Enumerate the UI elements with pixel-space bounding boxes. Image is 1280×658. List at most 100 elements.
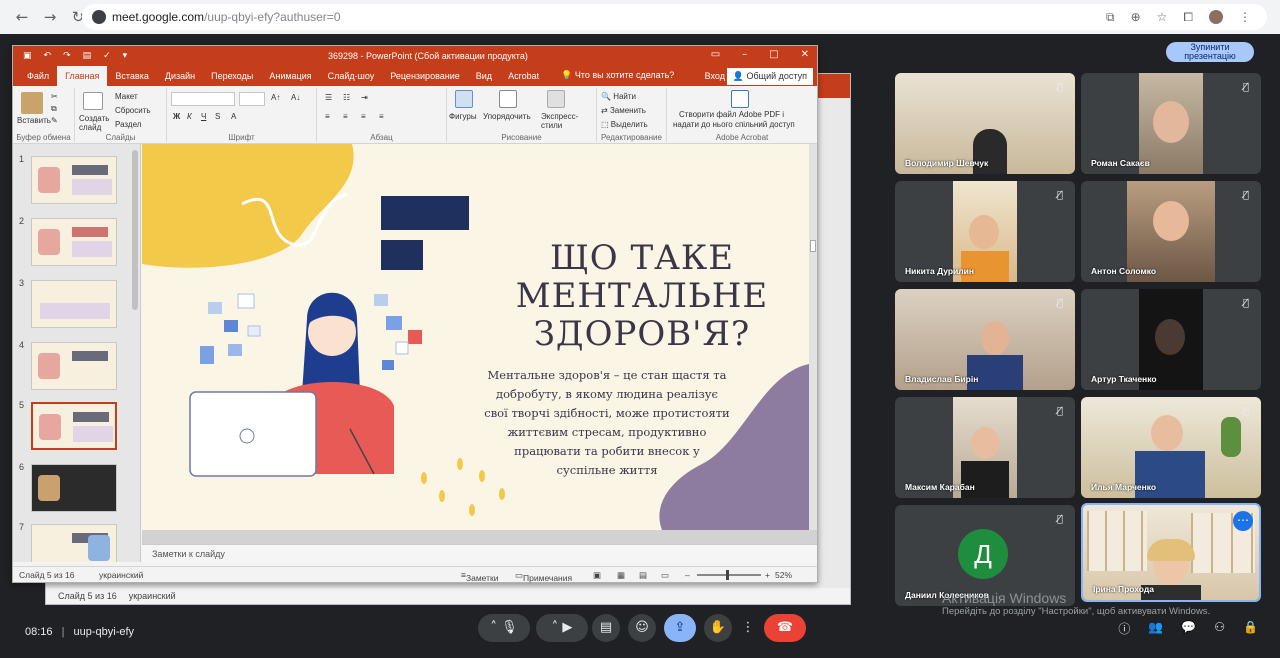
zoom-icon[interactable]: ⊕ [1131, 10, 1141, 25]
tab-animations[interactable]: Анимация [261, 71, 319, 86]
close-icon[interactable]: ✕ [801, 49, 809, 60]
thumbnails-scrollbar[interactable] [132, 150, 138, 310]
slide-thumbnail[interactable] [31, 464, 117, 512]
slide-thumbnail[interactable] [31, 280, 117, 328]
participant-tile[interactable]: 🎙̸ Илья Марченко [1081, 397, 1261, 498]
tab-slideshow[interactable]: Слайд-шоу [320, 71, 383, 86]
slide-vertical-scrollbar[interactable] [809, 144, 817, 530]
comments-toggle[interactable]: ▭ Примечания [515, 570, 572, 583]
align-right-icon[interactable]: ≡ [361, 112, 366, 121]
site-info-icon[interactable] [92, 10, 106, 24]
zoom-in-icon[interactable]: + [765, 570, 770, 580]
ribbon-options-icon[interactable]: ▭ [711, 49, 720, 60]
leave-call-button[interactable]: ☎ [764, 614, 806, 642]
align-left-icon[interactable]: ≡ [325, 112, 330, 121]
activities-icon[interactable]: ⚇ [1214, 620, 1225, 637]
grow-font-icon[interactable]: A↑ [271, 93, 280, 102]
slide-sorter-icon[interactable]: ▦ [617, 570, 625, 581]
font-name-select[interactable] [171, 92, 235, 106]
reading-view-icon[interactable]: ▤ [639, 570, 647, 581]
stop-presenting-button[interactable]: Зупинити презентацію [1166, 42, 1254, 62]
paste-button[interactable]: Вставить [17, 116, 51, 125]
zoom-slider-knob[interactable] [726, 570, 729, 580]
participant-tile[interactable]: 🎙̸ Максим Карабан [895, 397, 1075, 498]
share-button[interactable]: 👤 Общий доступ [726, 68, 813, 85]
layout-button[interactable]: Макет [115, 92, 138, 101]
cut-icon[interactable]: ✂ [51, 92, 58, 101]
bold-icon[interactable]: Ж [173, 112, 180, 121]
slide-title[interactable]: ЩО ТАКЕ МЕНТАЛЬНЕ ЗДОРОВ'Я? [508, 239, 776, 353]
normal-view-icon[interactable]: ▣ [593, 570, 601, 581]
tab-acrobat[interactable]: Acrobat [500, 71, 547, 86]
bullets-icon[interactable]: ☰ [325, 93, 332, 102]
participant-tile[interactable]: 🎙̸ Антон Соломко [1081, 181, 1261, 282]
language-indicator[interactable]: украинский [99, 570, 143, 580]
undo-icon[interactable]: ↶ [44, 51, 52, 61]
underline-icon[interactable]: Ч [201, 112, 206, 121]
camera-button[interactable]: ˄ ▶ [536, 614, 588, 642]
participant-tile[interactable]: 🎙̸ Артур Ткаченко [1081, 289, 1261, 390]
people-icon[interactable]: 👥 [1148, 620, 1163, 637]
customize-qat-icon[interactable]: ▾ [123, 51, 128, 61]
numbering-icon[interactable]: ☷ [343, 93, 350, 102]
tab-transitions[interactable]: Переходы [203, 71, 261, 86]
more-options-button[interactable]: ⋮ [738, 614, 758, 642]
scrollbar-thumb[interactable] [810, 240, 816, 252]
create-pdf-icon[interactable] [731, 90, 749, 108]
sign-in-link[interactable]: Вход [705, 71, 725, 81]
zoom-out-icon[interactable]: – [685, 570, 690, 580]
justify-icon[interactable]: ≡ [379, 112, 384, 121]
tab-design[interactable]: Дизайн [157, 71, 203, 86]
chat-icon[interactable]: 💬 [1181, 620, 1196, 637]
arrange-icon[interactable] [499, 90, 517, 108]
current-slide[interactable]: ЩО ТАКЕ МЕНТАЛЬНЕ ЗДОРОВ'Я? Ментальне зд… [142, 144, 809, 530]
spellcheck-icon[interactable]: ✓ [103, 51, 111, 61]
notes-toggle[interactable]: ≡ Заметки [461, 570, 498, 583]
raise-hand-button[interactable]: ✋ [704, 614, 732, 642]
slideshow-view-icon[interactable]: ▭ [661, 570, 669, 581]
redo-icon[interactable]: ↷ [63, 51, 71, 61]
mic-button[interactable]: ˄ 🎙 [478, 614, 530, 642]
shrink-font-icon[interactable]: A↓ [291, 93, 300, 102]
replace-button[interactable]: ⇄ Заменить [601, 106, 646, 115]
back-icon[interactable]: ← [14, 9, 30, 25]
paste-icon[interactable] [21, 92, 43, 114]
tab-insert[interactable]: Вставка [107, 71, 156, 86]
slide-thumbnail[interactable] [31, 218, 117, 266]
slide-body-text[interactable]: Ментальне здоров'я – це стан щастя та до… [472, 366, 742, 480]
extensions-icon[interactable]: ⧠ [1183, 10, 1193, 25]
save-icon[interactable]: ▣ [23, 51, 32, 61]
italic-icon[interactable]: К [187, 112, 192, 121]
shapes-button[interactable]: Фигуры [449, 112, 477, 121]
present-button[interactable]: ⇪ [664, 614, 696, 642]
slide-thumbnail[interactable] [31, 342, 117, 390]
slideshow-start-icon[interactable]: ▤ [83, 51, 92, 61]
participant-tile[interactable]: 🎙̸ Володимир Шевчук [895, 73, 1075, 174]
copy-icon[interactable]: ⧉ [51, 104, 57, 114]
more-options-icon[interactable]: ⋯ [1233, 511, 1253, 531]
participant-tile[interactable]: 🎙̸ Никита Дурилин [895, 181, 1075, 282]
format-painter-icon[interactable]: ✎ [51, 116, 58, 125]
address-bar[interactable]: meet.google.com /uup-qbyi-efy?authuser=0… [82, 4, 1267, 30]
font-color-icon[interactable]: A [231, 112, 236, 121]
chevron-up-icon[interactable]: ˄ [552, 620, 559, 635]
chevron-up-icon[interactable]: ˄ [490, 620, 497, 635]
tab-review[interactable]: Рецензирование [382, 71, 468, 86]
create-pdf-line2[interactable]: надати до нього спільний доступ [673, 120, 795, 129]
minimize-icon[interactable]: – [742, 49, 747, 60]
participant-tile-self[interactable]: ⋯ Ірина Прохода [1081, 503, 1261, 602]
create-pdf-line1[interactable]: Створити файл Adobe PDF і [679, 110, 784, 119]
new-slide-icon[interactable] [83, 92, 103, 110]
arrange-button[interactable]: Упорядочить [483, 112, 531, 121]
profile-avatar[interactable] [1209, 10, 1223, 24]
chrome-menu-icon[interactable]: ⋮ [1239, 10, 1251, 25]
host-controls-icon[interactable]: 🔒 [1243, 620, 1258, 637]
quick-styles-button[interactable]: Экспресс-стили [541, 112, 578, 130]
tab-view[interactable]: Вид [468, 71, 500, 86]
find-button[interactable]: 🔍 Найти [601, 92, 636, 101]
slide-thumbnail[interactable] [31, 156, 117, 204]
tell-me-search[interactable]: 💡 Что вы хотите сделать? [547, 70, 674, 86]
zoom-slider[interactable] [697, 574, 761, 576]
reset-button[interactable]: Сбросить [115, 106, 151, 115]
tab-home[interactable]: Главная [57, 66, 108, 86]
